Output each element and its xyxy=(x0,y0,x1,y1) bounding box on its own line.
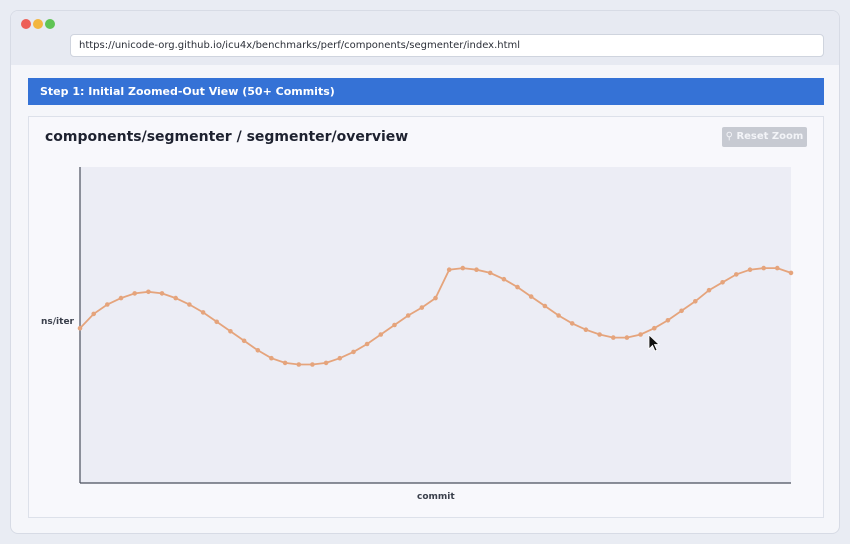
data-point[interactable] xyxy=(187,302,192,307)
data-point[interactable] xyxy=(720,280,725,285)
step-banner: Step 1: Initial Zoomed-Out View (50+ Com… xyxy=(28,78,824,105)
data-point[interactable] xyxy=(734,272,739,277)
benchmark-chart[interactable] xyxy=(29,117,825,519)
data-point[interactable] xyxy=(501,276,507,282)
data-point[interactable] xyxy=(542,303,548,309)
data-point[interactable] xyxy=(323,360,329,366)
data-point[interactable] xyxy=(775,265,780,271)
address-bar[interactable]: https://unicode-org.github.io/icu4x/benc… xyxy=(70,34,824,57)
data-point[interactable] xyxy=(419,305,425,310)
data-point[interactable] xyxy=(624,335,630,340)
data-point[interactable] xyxy=(706,287,712,293)
data-point[interactable] xyxy=(91,311,96,317)
data-point[interactable] xyxy=(528,294,534,299)
data-point[interactable] xyxy=(296,362,302,367)
data-point[interactable] xyxy=(364,341,370,347)
data-point[interactable] xyxy=(515,284,520,290)
plot-area[interactable] xyxy=(80,167,791,483)
data-point[interactable] xyxy=(351,349,356,355)
data-point[interactable] xyxy=(474,267,479,272)
data-point[interactable] xyxy=(747,267,753,272)
data-point[interactable] xyxy=(255,348,261,353)
data-point[interactable] xyxy=(446,267,452,272)
data-point[interactable] xyxy=(693,299,698,304)
data-point[interactable] xyxy=(652,325,657,331)
data-point[interactable] xyxy=(214,319,219,325)
data-point[interactable] xyxy=(118,295,124,301)
data-point[interactable] xyxy=(200,310,206,315)
chart-card: components/segmenter / segmenter/overvie… xyxy=(28,116,824,518)
data-point[interactable] xyxy=(173,295,178,301)
maximize-window-button[interactable] xyxy=(45,19,55,29)
data-point[interactable] xyxy=(282,360,288,366)
browser-window: https://unicode-org.github.io/icu4x/benc… xyxy=(10,10,840,534)
data-point[interactable] xyxy=(132,291,137,296)
data-point[interactable] xyxy=(405,313,411,318)
data-point[interactable] xyxy=(665,318,671,323)
data-point[interactable] xyxy=(611,335,616,340)
data-point[interactable] xyxy=(146,289,151,295)
data-point[interactable] xyxy=(228,329,233,334)
data-point[interactable] xyxy=(159,291,165,296)
data-point[interactable] xyxy=(337,355,343,361)
data-point[interactable] xyxy=(487,270,493,276)
data-point[interactable] xyxy=(556,313,561,318)
data-point[interactable] xyxy=(392,322,397,328)
data-point[interactable] xyxy=(105,302,110,307)
data-point[interactable] xyxy=(569,321,575,326)
data-point[interactable] xyxy=(761,265,766,271)
data-point[interactable] xyxy=(638,332,643,337)
data-point[interactable] xyxy=(679,308,684,314)
data-point[interactable] xyxy=(269,355,274,361)
data-point[interactable] xyxy=(460,265,466,271)
data-point[interactable] xyxy=(77,325,83,331)
data-point[interactable] xyxy=(583,327,589,332)
data-point[interactable] xyxy=(788,270,794,276)
y-axis-label: ns/iter xyxy=(41,317,74,327)
minimize-window-button[interactable] xyxy=(33,19,43,29)
browser-titlebar: https://unicode-org.github.io/icu4x/benc… xyxy=(11,11,839,65)
data-point[interactable] xyxy=(433,295,438,301)
close-window-button[interactable] xyxy=(21,19,31,29)
data-point[interactable] xyxy=(241,338,247,344)
x-axis-label: commit xyxy=(417,492,455,502)
data-point[interactable] xyxy=(597,332,602,337)
data-point[interactable] xyxy=(310,362,315,367)
data-point[interactable] xyxy=(378,332,384,337)
